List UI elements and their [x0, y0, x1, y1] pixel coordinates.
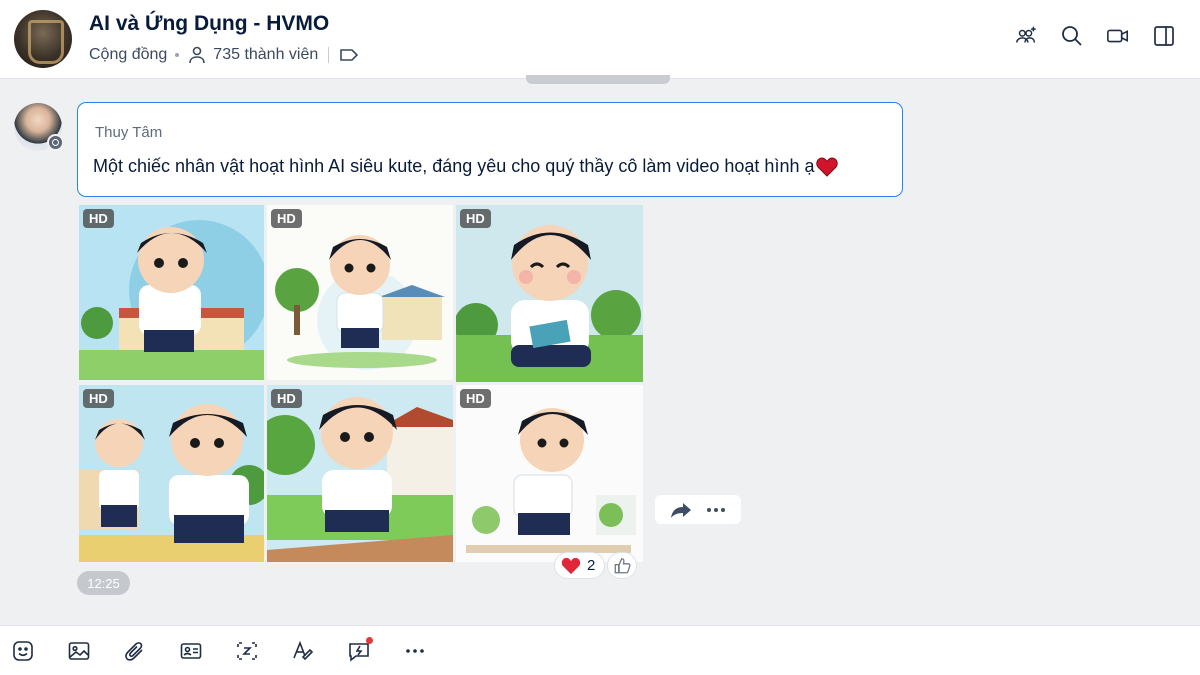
like-button[interactable]: [607, 552, 637, 579]
sender-name[interactable]: Thuy Tâm: [95, 124, 162, 141]
more-options-icon[interactable]: [403, 639, 427, 663]
heart-emoji-icon: [816, 156, 839, 177]
quick-message-icon[interactable]: [347, 636, 373, 663]
group-avatar[interactable]: [14, 10, 72, 68]
add-member-icon[interactable]: [1014, 24, 1038, 48]
group-title[interactable]: AI và Ứng Dụng - HVMO: [89, 12, 329, 36]
contact-card-icon[interactable]: [179, 639, 203, 663]
share-icon[interactable]: [670, 501, 692, 519]
cartoon-two-boys-image[interactable]: HD: [79, 385, 264, 562]
video-call-icon[interactable]: [1106, 24, 1130, 48]
tag-icon[interactable]: [339, 47, 359, 63]
hd-badge: HD: [83, 389, 114, 408]
hd-badge: HD: [271, 209, 302, 228]
notification-dot: [366, 636, 373, 644]
cartoon-boy-running-image[interactable]: HD: [79, 205, 264, 380]
hd-badge: HD: [460, 389, 491, 408]
sticker-icon[interactable]: [11, 639, 35, 663]
message-text-content: Một chiếc nhân vật hoạt hình AI siêu kut…: [93, 156, 815, 176]
cartoon-boy-backpack-image[interactable]: HD: [267, 385, 453, 562]
heart-reaction-icon: [561, 557, 581, 574]
search-icon[interactable]: [1060, 24, 1084, 48]
divider: [328, 47, 330, 63]
cartoon-boy-reading-image[interactable]: HD: [456, 205, 643, 382]
member-icon: [189, 46, 206, 64]
member-count[interactable]: 735 thành viên: [213, 46, 318, 64]
image-grid: HD HD HD HD HD HD: [79, 205, 643, 562]
thumbs-up-icon: [614, 558, 630, 574]
message-text: Một chiếc nhân vật hoạt hình AI siêu kut…: [93, 156, 839, 177]
composer-toolbar: [0, 625, 1200, 675]
admin-badge-icon: [47, 134, 64, 151]
hd-badge: HD: [460, 209, 491, 228]
text-format-icon[interactable]: [291, 639, 315, 663]
hd-badge: HD: [271, 389, 302, 408]
message-bubble[interactable]: Thuy Tâm Một chiếc nhân vật hoạt hình AI…: [77, 102, 903, 197]
screenshot-icon[interactable]: [235, 639, 259, 663]
sidebar-toggle-icon[interactable]: [1152, 24, 1176, 48]
chat-header: AI và Ứng Dụng - HVMO Cộng đồng 735 thàn…: [0, 0, 1200, 79]
message-timestamp: 12:25: [77, 571, 130, 595]
hd-badge: HD: [83, 209, 114, 228]
reaction-count: 2: [587, 557, 596, 574]
dot-separator: [175, 53, 180, 57]
header-actions: [1014, 24, 1176, 48]
image-icon[interactable]: [67, 639, 91, 663]
cartoon-boy-walking-image[interactable]: HD: [267, 205, 453, 380]
community-label: Cộng đồng: [89, 46, 168, 63]
scroll-indicator: [526, 75, 670, 84]
cartoon-boy-jogging-image[interactable]: HD: [456, 385, 643, 562]
reaction-summary[interactable]: 2: [554, 552, 606, 579]
more-icon[interactable]: [705, 501, 727, 519]
message-actions: [655, 495, 741, 524]
group-meta: Cộng đồng 735 thành viên: [89, 45, 359, 65]
attachment-icon[interactable]: [123, 639, 147, 663]
